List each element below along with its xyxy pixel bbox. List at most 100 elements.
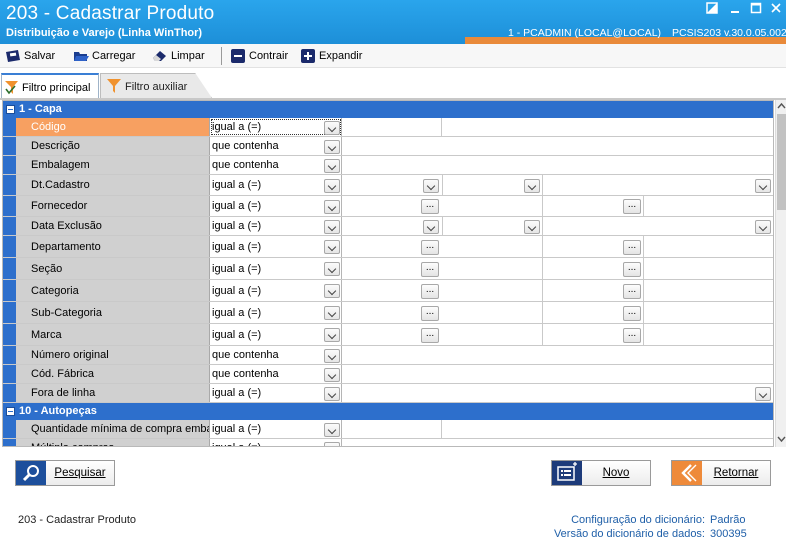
minimize-icon[interactable]: [726, 2, 744, 18]
row-gutter: [3, 217, 16, 235]
filter-row[interactable]: Embalagem que contenha: [3, 156, 773, 175]
value-field[interactable]: [342, 236, 543, 257]
status-footer: 203 - Cadastrar Produto Configuração do …: [0, 505, 786, 538]
filter-row[interactable]: Categoria igual a (=)......: [3, 280, 773, 302]
chevron-down-icon[interactable]: [324, 328, 340, 342]
value-field[interactable]: [342, 217, 443, 235]
operator-select[interactable]: igual a (=): [210, 420, 342, 438]
operator-select[interactable]: que contenha: [210, 346, 342, 364]
filter-row[interactable]: Marca igual a (=)......: [3, 324, 773, 346]
value-field[interactable]: [342, 196, 543, 216]
limpar-button[interactable]: Limpar: [152, 48, 205, 64]
operator-select[interactable]: igual a (=): [210, 217, 342, 235]
value-field[interactable]: [543, 324, 644, 345]
value-field[interactable]: [443, 217, 543, 235]
chevron-down-icon[interactable]: [324, 306, 340, 320]
operator-select[interactable]: que contenha: [210, 156, 342, 174]
close-icon[interactable]: [767, 2, 785, 18]
tab-filtro-principal[interactable]: Filtro principal: [1, 73, 99, 100]
filter-row[interactable]: Dt.Cadastro igual a (=): [3, 175, 773, 196]
chevron-down-icon[interactable]: [324, 178, 340, 193]
pesquisar-button[interactable]: Pesquisar: [15, 460, 115, 486]
chevron-down-icon[interactable]: [755, 178, 771, 193]
filter-row[interactable]: Quantidade mínima de compra embal igual a…: [3, 420, 773, 439]
value-field[interactable]: [543, 302, 644, 323]
operator-select[interactable]: que contenha: [210, 365, 342, 383]
value-field[interactable]: [342, 302, 543, 323]
value-field[interactable]: [342, 420, 442, 438]
chevron-down-icon[interactable]: [324, 441, 340, 446]
field-label: Categoria: [16, 280, 210, 301]
operator-select[interactable]: igual a (=): [210, 118, 342, 136]
chevron-down-icon[interactable]: [324, 219, 340, 234]
row-gutter: [3, 196, 16, 216]
chevron-down-icon[interactable]: [324, 240, 340, 254]
retornar-button[interactable]: Retornar: [671, 460, 771, 486]
chevron-down-icon[interactable]: [324, 199, 340, 214]
chevron-down-icon[interactable]: [324, 386, 340, 401]
value-field[interactable]: [342, 324, 543, 345]
value-field[interactable]: [543, 258, 644, 279]
chevron-down-icon[interactable]: [324, 120, 340, 135]
value-field[interactable]: [443, 175, 543, 195]
chevron-down-icon[interactable]: [755, 219, 771, 234]
operator-select[interactable]: igual a (=): [210, 302, 342, 323]
operator-select[interactable]: igual a (=): [210, 196, 342, 216]
operator-select[interactable]: igual a (=): [210, 439, 342, 446]
novo-button[interactable]: Novo: [551, 460, 651, 486]
scrollbar-thumb[interactable]: [777, 114, 786, 210]
chevron-down-icon[interactable]: [324, 284, 340, 298]
filter-row[interactable]: Seção igual a (=)......: [3, 258, 773, 280]
maximize-icon[interactable]: [747, 2, 765, 18]
filter-row[interactable]: Código igual a (=): [3, 118, 773, 137]
operator-select[interactable]: igual a (=): [210, 324, 342, 345]
filter-row[interactable]: Fornecedor igual a (=)......: [3, 196, 773, 217]
scroll-down-icon[interactable]: [777, 434, 786, 446]
salvar-button[interactable]: Salvar: [5, 48, 55, 64]
value-field[interactable]: [342, 175, 443, 195]
chevron-down-icon[interactable]: [324, 348, 340, 363]
collapse-section-icon[interactable]: [6, 105, 15, 114]
filter-row[interactable]: Sub-Categoria igual a (=)......: [3, 302, 773, 324]
expandir-button[interactable]: Expandir: [300, 48, 362, 64]
retornar-label: Retornar: [713, 467, 759, 479]
scroll-up-icon[interactable]: [777, 101, 786, 113]
chevron-down-icon[interactable]: [324, 422, 340, 437]
filter-row[interactable]: Data Exclusão igual a (=): [3, 217, 773, 236]
operator-select[interactable]: igual a (=): [210, 236, 342, 257]
filter-row[interactable]: Descrição que contenha: [3, 137, 773, 156]
section-header-autopecas[interactable]: 10 - Autopeças: [3, 403, 773, 420]
chevron-down-icon[interactable]: [324, 262, 340, 276]
value-field[interactable]: [543, 236, 644, 257]
value-field[interactable]: [342, 258, 543, 279]
value-field[interactable]: [342, 118, 442, 136]
chevron-down-icon[interactable]: [755, 386, 771, 401]
value-field[interactable]: [543, 196, 644, 216]
operator-select[interactable]: igual a (=): [210, 280, 342, 301]
value-field[interactable]: [543, 280, 644, 301]
row-gutter: [3, 137, 16, 155]
collapse-section-icon[interactable]: [6, 407, 15, 416]
operator-select[interactable]: igual a (=): [210, 258, 342, 279]
filter-row[interactable]: Fora de linha igual a (=): [3, 384, 773, 403]
carregar-button[interactable]: Carregar: [73, 48, 135, 64]
contrair-button[interactable]: Contrair: [230, 48, 288, 64]
operator-select[interactable]: igual a (=): [210, 175, 342, 195]
filter-row[interactable]: Número original que contenha: [3, 346, 773, 365]
filter-row[interactable]: Cód. Fábrica que contenha: [3, 365, 773, 384]
chevron-down-icon[interactable]: [324, 367, 340, 382]
chevron-down-icon[interactable]: [324, 139, 340, 154]
chevron-down-icon[interactable]: [324, 158, 340, 173]
vertical-scrollbar[interactable]: [775, 100, 786, 447]
restore-icon[interactable]: [703, 2, 721, 18]
row-gutter: [3, 175, 16, 195]
operator-select[interactable]: que contenha: [210, 137, 342, 155]
section-header-capa[interactable]: 1 - Capa: [3, 101, 773, 118]
tab-filtro-auxiliar[interactable]: Filtro auxiliar: [100, 73, 212, 98]
filter-row[interactable]: Múltiplo comprasigual a (=): [3, 439, 773, 446]
operator-select[interactable]: igual a (=): [210, 384, 342, 402]
value-field[interactable]: [342, 280, 543, 301]
window-title: 203 - Cadastrar Produto: [6, 3, 215, 24]
row-gutter: [3, 156, 16, 174]
filter-row[interactable]: Departamento igual a (=)......: [3, 236, 773, 258]
